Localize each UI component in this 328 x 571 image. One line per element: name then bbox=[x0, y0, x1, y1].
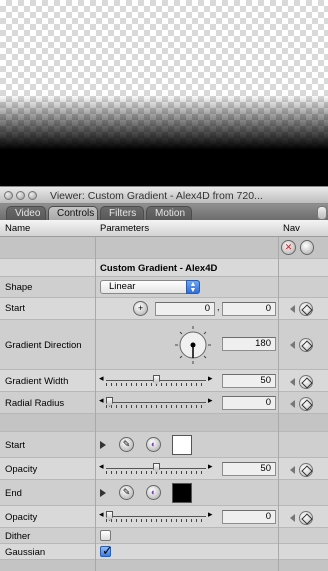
tab-bar: Video Controls Filters Motion bbox=[0, 204, 328, 220]
dither-checkbox[interactable] bbox=[100, 530, 111, 541]
param-label-end-opacity: Opacity bbox=[5, 512, 38, 523]
param-label-radial-radius: Radial Radius bbox=[5, 398, 65, 409]
end-opacity-field[interactable]: 0 bbox=[222, 510, 276, 524]
select-arrows-icon: ▲ ▼ bbox=[186, 280, 200, 294]
gaussian-checkbox[interactable]: ✓ bbox=[100, 543, 113, 558]
keyframe-button[interactable] bbox=[299, 338, 313, 352]
param-label-dither: Dither bbox=[5, 531, 31, 542]
start-x-field[interactable]: 0 bbox=[155, 302, 215, 316]
column-divider[interactable] bbox=[278, 237, 279, 571]
window-titlebar[interactable]: Viewer: Custom Gradient - Alex4D from 72… bbox=[0, 186, 328, 204]
reset-effect-icon[interactable] bbox=[300, 240, 314, 255]
viewer-canvas bbox=[0, 0, 328, 186]
start-opacity-field[interactable]: 50 bbox=[222, 462, 276, 476]
slider-increase-icon[interactable]: ▸ bbox=[208, 461, 213, 472]
color-picker-icon[interactable]: ◐ bbox=[146, 437, 161, 452]
radial-radius-field[interactable]: 0 bbox=[222, 396, 276, 410]
end-opacity-slider[interactable] bbox=[106, 510, 206, 524]
end-color-swatch[interactable] bbox=[172, 483, 192, 503]
angle-dial[interactable] bbox=[174, 325, 212, 365]
start-opacity-slider[interactable] bbox=[106, 462, 206, 476]
gradient-preview bbox=[0, 95, 328, 186]
slider-increase-icon[interactable]: ▸ bbox=[208, 509, 213, 520]
close-window-button[interactable] bbox=[4, 191, 13, 200]
parameters-table: Name Parameters Nav ✕ Custom Gradient - … bbox=[0, 220, 328, 571]
param-label-gradient-width: Gradient Width bbox=[5, 376, 69, 387]
start-color-swatch[interactable] bbox=[172, 435, 192, 455]
color-picker-icon[interactable]: ◐ bbox=[146, 485, 161, 500]
column-header-name: Name bbox=[5, 223, 31, 234]
keyframe-prev-icon[interactable] bbox=[290, 341, 295, 349]
param-label-shape: Shape bbox=[5, 282, 33, 293]
disclosure-triangle-icon[interactable] bbox=[100, 489, 106, 497]
keyframe-button[interactable] bbox=[299, 375, 313, 389]
effect-name: Custom Gradient - Alex4D bbox=[100, 263, 218, 274]
column-header-nav: Nav bbox=[283, 223, 300, 234]
shape-select-value: Linear bbox=[109, 281, 136, 292]
checkmark-icon: ✓ bbox=[102, 543, 113, 558]
table-header: Name Parameters Nav bbox=[0, 220, 328, 237]
tab-controls[interactable]: Controls bbox=[48, 206, 98, 220]
coordinate-separator: , bbox=[217, 302, 220, 312]
keyframe-prev-icon[interactable] bbox=[290, 514, 295, 522]
keyframe-prev-icon[interactable] bbox=[290, 400, 295, 408]
eyedropper-icon[interactable]: ✎ bbox=[119, 485, 134, 500]
tab-motion[interactable]: Motion bbox=[146, 206, 192, 220]
keyframe-button[interactable] bbox=[299, 511, 313, 525]
param-label-start: Start bbox=[5, 303, 26, 314]
remove-effect-icon[interactable]: ✕ bbox=[281, 240, 296, 255]
tab-filters[interactable]: Filters bbox=[100, 206, 144, 220]
slider-decrease-icon[interactable]: ◂ bbox=[99, 373, 104, 384]
keyframe-prev-icon[interactable] bbox=[290, 305, 295, 313]
minimize-window-button[interactable] bbox=[16, 191, 25, 200]
slider-decrease-icon[interactable]: ◂ bbox=[99, 509, 104, 520]
gradient-width-field[interactable]: 50 bbox=[222, 374, 276, 388]
param-label-gaussian: Gaussian bbox=[5, 547, 46, 558]
zoom-window-button[interactable] bbox=[28, 191, 37, 200]
window-title: Viewer: Custom Gradient - Alex4D from 72… bbox=[50, 190, 263, 202]
tab-video[interactable]: Video bbox=[6, 206, 46, 220]
keyframe-prev-icon[interactable] bbox=[290, 378, 295, 386]
point-select-crosshair-icon[interactable]: + bbox=[133, 301, 148, 316]
keyframe-prev-icon[interactable] bbox=[290, 466, 295, 474]
keyframe-button[interactable] bbox=[299, 302, 313, 316]
param-label-gradient-direction: Gradient Direction bbox=[5, 340, 82, 351]
keyframe-button[interactable] bbox=[299, 463, 313, 477]
slider-decrease-icon[interactable]: ◂ bbox=[99, 461, 104, 472]
slider-increase-icon[interactable]: ▸ bbox=[208, 373, 213, 384]
radial-radius-slider[interactable] bbox=[106, 396, 206, 410]
gradient-direction-field[interactable]: 180 bbox=[222, 337, 276, 351]
param-label-start-color: Start bbox=[5, 440, 26, 451]
param-label-start-opacity: Opacity bbox=[5, 464, 38, 475]
scroll-control[interactable] bbox=[317, 206, 327, 220]
shape-select[interactable]: Linear ▲ ▼ bbox=[100, 280, 200, 294]
column-header-parameters: Parameters bbox=[100, 223, 150, 234]
slider-increase-icon[interactable]: ▸ bbox=[208, 395, 213, 406]
param-label-end-color: End bbox=[5, 488, 22, 499]
eyedropper-icon[interactable]: ✎ bbox=[119, 437, 134, 452]
keyframe-button[interactable] bbox=[299, 397, 313, 411]
column-divider[interactable] bbox=[95, 237, 96, 571]
start-y-field[interactable]: 0 bbox=[222, 302, 276, 316]
gradient-width-slider[interactable] bbox=[106, 374, 206, 388]
slider-decrease-icon[interactable]: ◂ bbox=[99, 395, 104, 406]
disclosure-triangle-icon[interactable] bbox=[100, 441, 106, 449]
